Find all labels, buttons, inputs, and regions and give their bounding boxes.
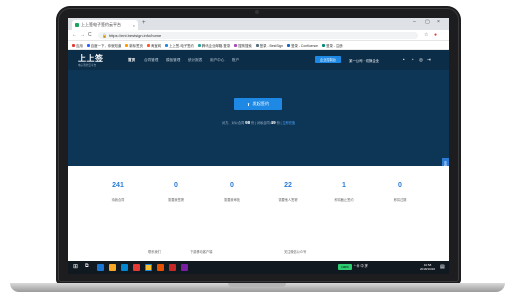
bookmark-item[interactable]: 登录 - Confluence <box>287 43 318 48</box>
quota-unit-2: 份 <box>276 121 280 125</box>
nav-home[interactable]: 首页 <box>128 58 135 63</box>
store-icon[interactable] <box>121 264 128 271</box>
upload-icon: ⬆ <box>246 101 251 107</box>
quota-summary: 对方、对公合同 98 份 | 对私合同 49 份 | 立即充值 <box>68 120 449 125</box>
quota-value-2: 49 <box>270 120 276 125</box>
logout-icon[interactable]: ⇥ <box>427 57 431 63</box>
edge-icon[interactable] <box>97 264 104 271</box>
footer-wechat[interactable]: 关注微信公众号 <box>284 249 306 254</box>
bookmark-item[interactable]: 淘宝网 <box>146 43 161 48</box>
nav-reports[interactable]: 统计报表 <box>188 58 202 63</box>
url-text: https://ent.bestsign.info/home <box>108 33 162 38</box>
maximize-button[interactable]: ▢ <box>425 19 430 25</box>
bookmark-star-icon[interactable]: ☆ <box>424 32 428 38</box>
app-icon[interactable] <box>181 264 188 271</box>
task-view-icon[interactable]: ⧉ <box>85 263 89 269</box>
contract-stats: 241 待我合同 0 需要我签署 0 需要我审批 22 需要他人签署 1 即将截… <box>68 166 449 236</box>
stat-card[interactable]: 1 即将截止签约 <box>314 182 374 202</box>
browser-tabstrip: 上上签电子签约云平台 × + – ▢ × <box>68 18 449 30</box>
stat-value: 241 <box>112 182 124 189</box>
favicon-icon <box>75 23 79 27</box>
quota-unit-1: 份 <box>251 121 255 125</box>
bookmark-item[interactable]: 腾讯企业邮箱-登录 <box>197 43 230 48</box>
stat-label: 即将过期 <box>393 198 407 202</box>
app-icon[interactable] <box>133 264 140 271</box>
page-footer: 联系我们 下载移动客户端 关注微信公众号 <box>68 236 449 260</box>
logo-tagline: 电子签约云平台 <box>78 64 97 67</box>
clock-date: 2018/10/26 <box>420 267 436 271</box>
nav-templates[interactable]: 模板管理 <box>166 58 180 63</box>
bookmark-item[interactable]: 应用 <box>72 43 83 48</box>
bookmarks-bar: 应用 百度一下，你就知道 新标签页 淘宝网 上上签-电子签约 腾讯企业邮箱-登录… <box>68 41 449 50</box>
stat-label: 需要我签署 <box>168 198 184 202</box>
tab-close-icon[interactable]: × <box>133 23 135 28</box>
bookmark-item[interactable]: 登录 - 注册 <box>322 43 343 48</box>
stat-value: 0 <box>398 182 402 189</box>
bookmark-item[interactable]: 登录 - BestSign <box>255 43 283 48</box>
site-header: 上上签 电子签约云平台 首页 合同管理 模板管理 统计报表 用户中心 账户 企业… <box>68 50 449 70</box>
bookmark-item[interactable]: 新标签页 <box>125 43 143 48</box>
hero-banner: ⬆ 发起签约 对方、对公合同 98 份 | 对私合同 49 份 | 立即充值 <box>68 70 449 166</box>
laptop-notch <box>228 283 286 287</box>
nav-account[interactable]: 账户 <box>232 58 239 63</box>
stat-value: 0 <box>230 182 234 189</box>
footer-contact[interactable]: 联系我们 <box>148 249 161 254</box>
stat-value: 1 <box>342 182 346 189</box>
quota-label-2: 对私合同 <box>256 121 270 125</box>
bookmark-item[interactable]: 上上签-电子签约 <box>165 43 194 48</box>
clock[interactable]: 10:58 2018/10/26 <box>420 263 435 271</box>
settings-icon[interactable]: ◎ <box>419 57 423 63</box>
app-icon[interactable] <box>157 264 164 271</box>
webcam <box>255 10 259 14</box>
nav-user-center[interactable]: 用户中心 <box>210 58 224 63</box>
windows-taskbar: ⊞ ⧉ 100% ^ ⊕ 中 拼 10:58 2018/10/26 ▤ <box>68 261 449 274</box>
address-bar[interactable]: 🔒 https://ent.bestsign.info/home <box>98 32 418 39</box>
enterprise-console-button[interactable]: 企业控制台 <box>315 56 341 63</box>
browser-toolbar: ← → C 🔒 https://ent.bestsign.info/home ☆… <box>68 30 449 41</box>
footer-download-app[interactable]: 下载移动客户端 <box>190 249 212 254</box>
quota-separator: | <box>255 121 257 125</box>
stat-value: 22 <box>284 182 292 189</box>
file-explorer-icon[interactable] <box>109 264 116 271</box>
stat-card[interactable]: 0 即将过期 <box>370 182 430 202</box>
new-tab-button[interactable]: + <box>142 20 146 26</box>
start-signing-label: 发起签约 <box>252 101 270 106</box>
bell-icon[interactable]: • <box>403 57 405 62</box>
app-icon[interactable] <box>169 264 176 271</box>
close-window-button[interactable]: × <box>437 19 440 25</box>
photo-stage: 上上签电子签约云平台 × + – ▢ × ← → C 🔒 https://ent… <box>0 0 515 301</box>
chrome-icon[interactable] <box>145 264 152 271</box>
stat-card[interactable]: 22 需要他人签署 <box>258 182 318 202</box>
recharge-link[interactable]: 立即充值 <box>282 121 295 125</box>
bookmark-item[interactable]: 搜狗搜索 <box>234 43 252 48</box>
stat-card[interactable]: 241 待我合同 <box>88 182 148 202</box>
minimize-button[interactable]: – <box>413 19 416 25</box>
nav-contracts[interactable]: 合同管理 <box>144 58 158 63</box>
lock-icon: 🔒 <box>102 33 107 38</box>
quota-label-1: 对方、对公合同 <box>221 121 245 125</box>
stat-label: 需要我审批 <box>224 198 240 202</box>
help-icon[interactable]: ◔ <box>411 57 414 62</box>
quota-value-1: 98 <box>245 120 251 125</box>
stat-value: 0 <box>174 182 178 189</box>
stat-label: 即将截止签约 <box>334 198 354 202</box>
stat-card[interactable]: 0 需要我审批 <box>202 182 262 202</box>
stat-label: 待我合同 <box>111 198 125 202</box>
start-menu-icon[interactable]: ⊞ <box>73 263 78 270</box>
start-signing-button[interactable]: ⬆ 发起签约 <box>234 98 282 110</box>
bookmark-item[interactable]: 百度一下，你就知道 <box>86 43 121 48</box>
laptop-screen: 上上签电子签约云平台 × + – ▢ × ← → C 🔒 https://ent… <box>68 18 449 274</box>
profile-icon[interactable]: ● <box>434 32 437 38</box>
company-switcher[interactable]: 某一公司 · 切换企业 <box>349 58 379 63</box>
forward-button[interactable]: → <box>80 32 85 38</box>
reload-button[interactable]: C <box>88 32 92 38</box>
notification-icon[interactable]: ▤ <box>440 264 445 270</box>
battery-indicator[interactable]: 100% <box>338 264 352 270</box>
system-tray[interactable]: ^ ⊕ 中 拼 <box>354 263 368 268</box>
tab-title: 上上签电子签约云平台 <box>81 22 121 27</box>
back-button[interactable]: ← <box>72 32 77 38</box>
browser-tab[interactable]: 上上签电子签约云平台 × <box>72 20 138 30</box>
stat-label: 需要他人签署 <box>278 198 298 202</box>
stat-card[interactable]: 0 需要我签署 <box>146 182 206 202</box>
